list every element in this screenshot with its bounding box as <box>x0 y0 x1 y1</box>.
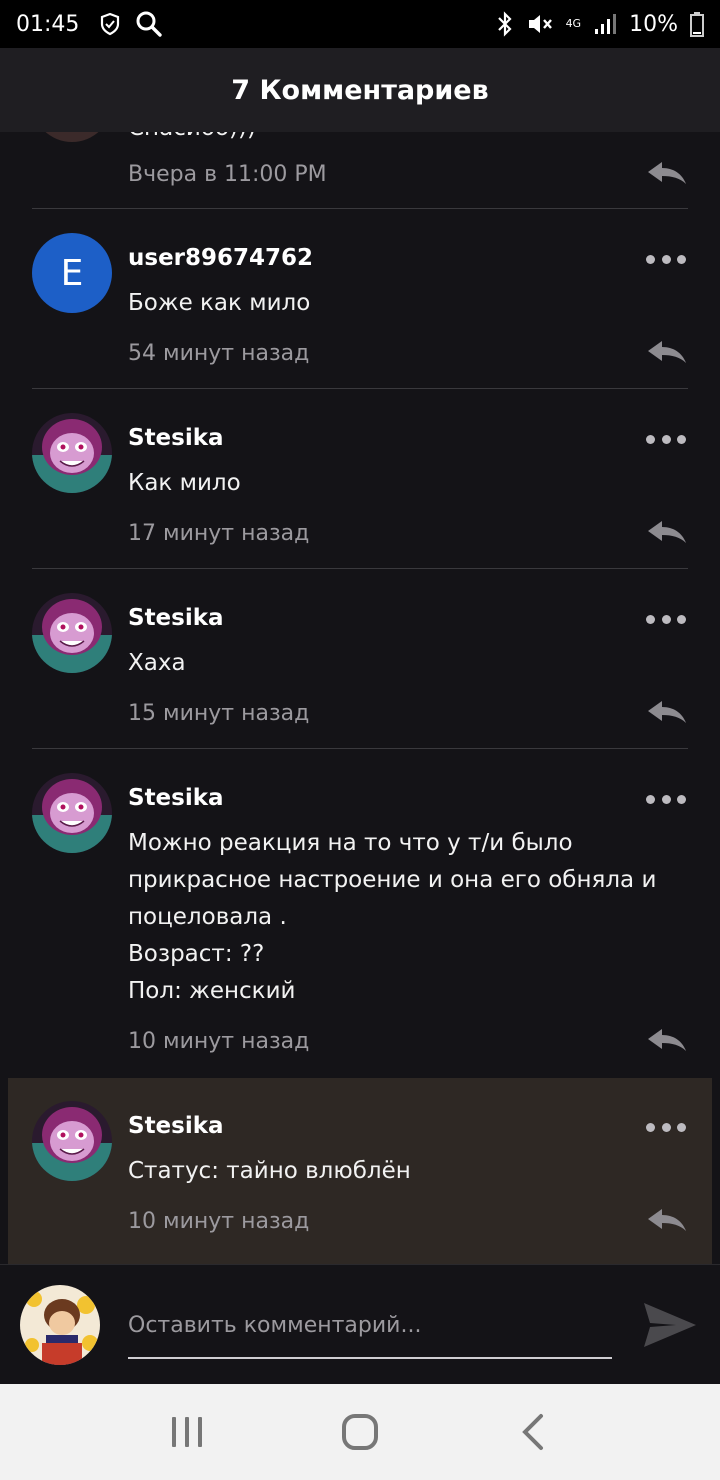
bluetooth-icon <box>497 11 512 37</box>
more-options-button[interactable] <box>646 609 686 629</box>
comment-time: 10 минут назад <box>128 1209 310 1234</box>
back-icon <box>522 1414 544 1450</box>
reply-icon[interactable] <box>644 337 688 365</box>
comment-time: 54 минут назад <box>128 341 310 366</box>
comment-text: Спасибо))) <box>128 132 668 147</box>
avatar[interactable] <box>32 593 112 673</box>
comment-input[interactable]: Оставить комментарий... <box>128 1299 612 1359</box>
comment-composer: Оставить комментарий... <box>0 1264 720 1384</box>
system-nav-bar <box>0 1384 720 1480</box>
comment-text: Можно реакция на то что у т/и было прикр… <box>128 830 657 1004</box>
more-options-button[interactable] <box>646 249 686 269</box>
reply-icon[interactable] <box>644 697 688 725</box>
avatar[interactable] <box>32 773 112 853</box>
comment-text: Хаха <box>128 650 186 676</box>
more-options-button[interactable] <box>646 429 686 449</box>
network-type: 4G <box>565 17 582 30</box>
comment-text: Боже как мило <box>128 290 311 316</box>
signal-icon <box>595 14 617 34</box>
battery-icon <box>690 12 704 37</box>
status-bar: 01:45 4G 10% <box>0 0 720 48</box>
comment-time: 15 минут назад <box>128 701 310 726</box>
comment-item: Спасибо))) Вчера в 11:00 PM <box>0 132 720 209</box>
avatar[interactable]: E <box>32 233 112 313</box>
reply-icon[interactable] <box>644 1025 688 1053</box>
comment-time: 10 минут назад <box>128 1029 310 1054</box>
current-user-avatar[interactable] <box>20 1285 100 1365</box>
comment-list[interactable]: Спасибо))) Вчера в 11:00 PM E user896747… <box>0 132 720 1264</box>
recent-apps-icon <box>171 1417 202 1447</box>
reply-icon[interactable] <box>644 517 688 545</box>
avatar[interactable] <box>32 1101 112 1181</box>
reply-icon[interactable] <box>644 158 688 186</box>
username[interactable]: user89674762 <box>128 245 313 271</box>
username[interactable]: Stesika <box>128 785 224 811</box>
back-button[interactable] <box>503 1402 563 1462</box>
more-options-button[interactable] <box>646 1117 686 1137</box>
comments-header: 7 Комментариев <box>0 48 720 132</box>
send-icon[interactable] <box>642 1297 698 1353</box>
recent-apps-button[interactable] <box>157 1402 217 1462</box>
reply-icon[interactable] <box>644 1205 688 1233</box>
username[interactable]: Stesika <box>128 605 224 631</box>
avatar[interactable] <box>32 132 112 142</box>
username[interactable]: Stesika <box>128 425 224 451</box>
comment-time: 17 минут назад <box>128 521 310 546</box>
avatar[interactable] <box>32 413 112 493</box>
comment-time: Вчера в 11:00 PM <box>128 162 327 187</box>
page-title: 7 Комментариев <box>231 74 489 106</box>
more-options-button[interactable] <box>646 789 686 809</box>
comment-item: Stesika Хаха 15 минут назад <box>0 569 720 749</box>
shield-icon <box>101 12 120 36</box>
comment-text: Как мило <box>128 470 241 496</box>
username[interactable]: Stesika <box>128 1113 224 1139</box>
mute-icon <box>528 15 552 33</box>
comment-item: Stesika Статус: тайно влюблён 10 минут н… <box>0 1077 720 1264</box>
battery-percent: 10% <box>629 11 678 37</box>
avatar-letter: E <box>60 252 84 294</box>
comment-text: Статус: тайно влюблён <box>128 1158 411 1184</box>
comment-item: Stesika Можно реакция на то что у т/и бы… <box>0 749 720 1077</box>
search-icon <box>136 11 163 37</box>
comment-item: E user89674762 Боже как мило 54 минут на… <box>0 209 720 389</box>
comment-item: Stesika Как мило 17 минут назад <box>0 389 720 569</box>
home-button[interactable] <box>330 1402 390 1462</box>
status-time: 01:45 <box>16 11 80 37</box>
home-icon <box>341 1414 378 1450</box>
